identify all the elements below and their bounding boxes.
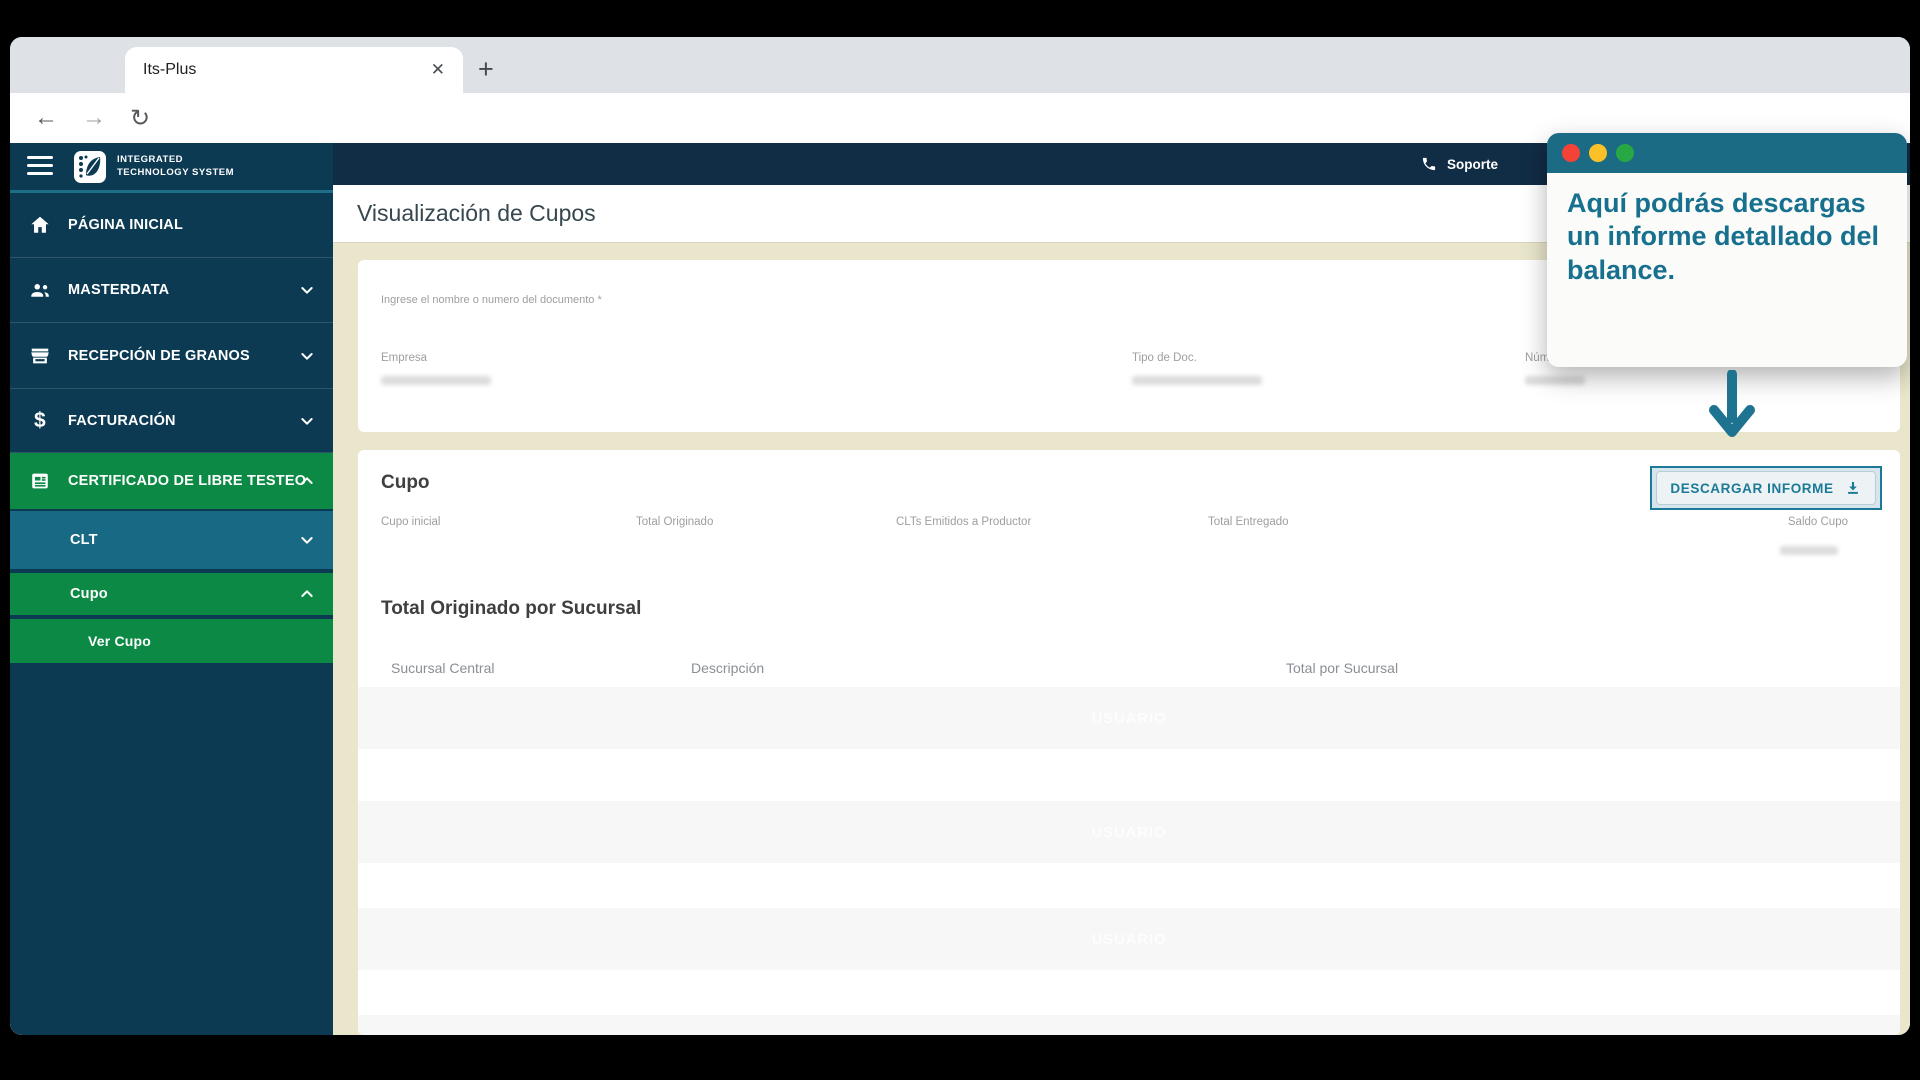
tab-title: Its-Plus (143, 61, 197, 78)
tooltip-arrow-down-icon (1706, 370, 1758, 442)
logo-text: INTEGRATED TECHNOLOGY SYSTEM (117, 154, 235, 178)
numero-redacted-value (1525, 376, 1585, 385)
col-header-sucursal-central: Sucursal Central (391, 660, 495, 676)
cupo-title: Cupo (381, 472, 430, 493)
reload-icon[interactable]: ↻ (130, 104, 150, 133)
download-button-highlight: DESCARGAR INFORME (1650, 466, 1882, 510)
forward-icon[interactable]: → (82, 104, 106, 132)
sidebar-item-masterdata[interactable]: MASTERDATA (10, 258, 333, 323)
support-button[interactable]: Soporte (1421, 143, 1498, 185)
download-button-label: DESCARGAR INFORME (1670, 480, 1834, 496)
browser-tab[interactable]: Its-Plus ✕ (125, 47, 463, 93)
tooltip-text: Aquí podrás descargas un informe detalla… (1567, 188, 1880, 285)
page-title: Visualización de Cupos (357, 200, 596, 226)
table-row[interactable]: USUARIO (358, 908, 1900, 970)
browser-tabstrip: Its-Plus ✕ + (10, 37, 1910, 110)
chevron-up-icon (299, 586, 315, 602)
sidebar-item-recepcion-de-granos[interactable]: RECEPCIÓN DE GRANOS (10, 323, 333, 389)
sidebar-item-facturacion[interactable]: $ FACTURACIÓN (10, 389, 333, 453)
sidebar-item-cupo[interactable]: Cupo (10, 573, 333, 615)
usuario-watermark: USUARIO (1091, 823, 1167, 841)
tooltip-yellow-dot-icon (1589, 144, 1607, 162)
sidebar-item-label: MASTERDATA (68, 282, 170, 298)
sidebar: INTEGRATED TECHNOLOGY SYSTEM PÁGINA INIC… (10, 143, 333, 1035)
col-header-total-por-sucursal: Total por Sucursal (1286, 660, 1399, 676)
metric-cupo-inicial: Cupo inicial (381, 516, 441, 528)
cupo-card: Cupo Cupo inicial Total Originado CLTs E… (358, 450, 1900, 1035)
sidebar-item-certificado-de-libre-testeo[interactable]: CERTIFICADO DE LIBRE TESTEO (10, 453, 333, 509)
sidebar-header: INTEGRATED TECHNOLOGY SYSTEM (10, 143, 333, 193)
sidebar-item-label: FACTURACIÓN (68, 412, 176, 429)
sidebar-item-clt[interactable]: CLT (10, 511, 333, 569)
sidebar-item-label: Ver Cupo (88, 633, 152, 649)
download-icon (1844, 479, 1862, 497)
sidebar-item-ver-cupo[interactable]: Ver Cupo (10, 619, 333, 663)
group-icon (28, 279, 52, 301)
sidebar-item-label: RECEPCIÓN DE GRANOS (68, 347, 250, 364)
sidebar-item-label: Cupo (70, 586, 108, 602)
storefront-icon (28, 345, 52, 367)
document-icon (28, 470, 52, 492)
chevron-down-icon (299, 282, 315, 298)
metric-total-originado: Total Originado (636, 516, 714, 528)
col-header-descripcion: Descripción (691, 660, 765, 676)
phone-icon (1421, 156, 1437, 172)
empresa-redacted-value (381, 376, 491, 385)
sidebar-item-pagina-inicial[interactable]: PÁGINA INICIAL (10, 193, 333, 258)
sidebar-item-label: CERTIFICADO DE LIBRE TESTEO (68, 473, 307, 489)
usuario-watermark: USUARIO (1091, 930, 1167, 948)
chevron-down-icon (299, 348, 315, 364)
metric-saldo-cupo: Saldo Cupo (1787, 516, 1848, 528)
tipo-doc-redacted-value (1132, 376, 1262, 385)
dollar-icon: $ (34, 408, 46, 432)
saldo-redacted-value (1780, 546, 1838, 555)
metric-total-entregado: Total Entregado (1208, 516, 1289, 528)
chevron-down-icon (299, 413, 315, 429)
sidebar-item-label: PÁGINA INICIAL (68, 217, 184, 233)
tooltip-header (1547, 133, 1907, 173)
screenshot-stage: Its-Plus ✕ + ← → ↻ https://portal.its-pl… (0, 0, 1920, 1080)
support-label: Soporte (1446, 156, 1498, 172)
tooltip-red-dot-icon (1562, 144, 1580, 162)
section-title: Total Originado por Sucursal (381, 598, 642, 619)
tipo-doc-field-label: Tipo de Doc. (1132, 352, 1197, 364)
chevron-up-icon (299, 473, 315, 489)
table-row[interactable]: USUARIO (358, 687, 1900, 749)
onboarding-tooltip: Aquí podrás descargas un informe detalla… (1547, 133, 1907, 367)
search-hint-label: Ingrese el nombre o numero del documento… (381, 294, 602, 306)
new-tab-icon[interactable]: + (478, 51, 494, 87)
tooltip-green-dot-icon (1616, 144, 1634, 162)
sidebar-item-label: CLT (70, 532, 98, 548)
close-tab-icon[interactable]: ✕ (431, 60, 445, 80)
back-icon[interactable]: ← (34, 104, 58, 132)
descargar-informe-button[interactable]: DESCARGAR INFORME (1656, 471, 1876, 505)
empresa-field-label: Empresa (381, 352, 428, 364)
metric-clts-emitidos: CLTs Emitidos a Productor (896, 516, 1032, 528)
table-row[interactable]: USUARIO (358, 801, 1900, 863)
hamburger-menu-icon[interactable] (27, 156, 53, 176)
usuario-watermark: USUARIO (1091, 709, 1167, 727)
its-logo-icon (74, 151, 106, 183)
table-row[interactable]: USUARIO (358, 1015, 1900, 1035)
chevron-down-icon (299, 532, 315, 548)
home-icon (28, 214, 52, 236)
its-logo: INTEGRATED TECHNOLOGY SYSTEM (72, 149, 234, 185)
